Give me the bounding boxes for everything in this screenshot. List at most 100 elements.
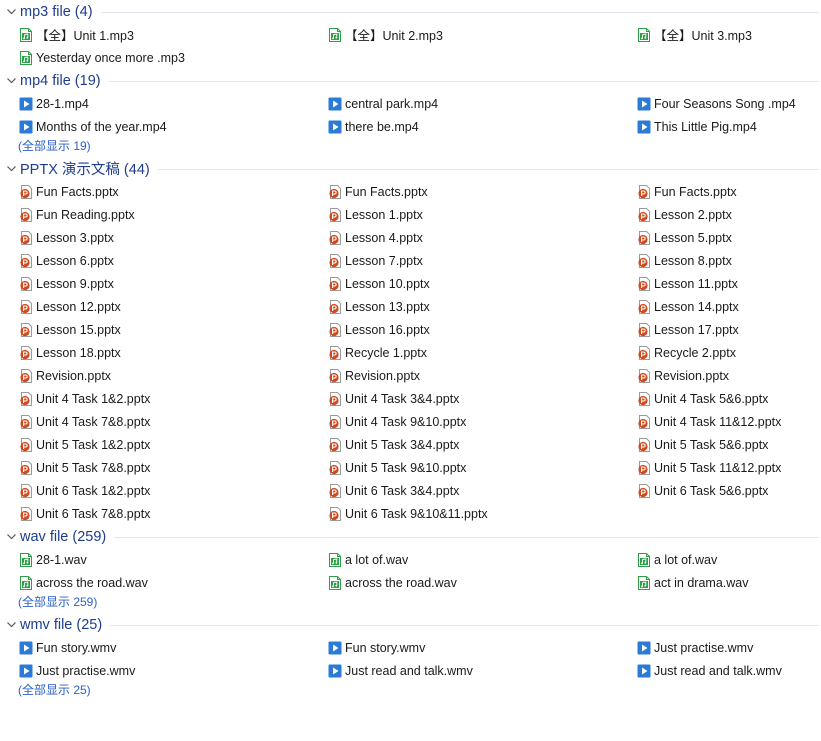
file-item[interactable]: Lesson 9.pptx: [18, 272, 327, 295]
file-item[interactable]: Unit 6 Task 5&6.pptx: [636, 479, 821, 502]
file-item[interactable]: Unit 5 Task 7&8.pptx: [18, 456, 327, 479]
video-file-icon: [327, 119, 343, 135]
file-item[interactable]: Lesson 11.pptx: [636, 272, 821, 295]
file-item[interactable]: Unit 5 Task 3&4.pptx: [327, 433, 636, 456]
file-item[interactable]: Lesson 1.pptx: [327, 203, 636, 226]
file-item[interactable]: Just practise.wmv: [636, 636, 821, 659]
show-all-link[interactable]: (全部显示 259): [0, 594, 821, 613]
file-item[interactable]: a lot of.wav: [636, 548, 821, 571]
file-item[interactable]: Unit 6 Task 1&2.pptx: [18, 479, 327, 502]
file-item[interactable]: 【全】Unit 1.mp3: [18, 23, 327, 46]
pptx-file-icon: [636, 299, 652, 315]
group-title: mp4 file (19): [20, 72, 101, 89]
pptx-file-icon: [636, 460, 652, 476]
video-file-icon: [636, 663, 652, 679]
chevron-down-icon[interactable]: [4, 162, 18, 176]
file-item[interactable]: Just practise.wmv: [18, 659, 327, 682]
file-item[interactable]: Unit 6 Task 7&8.pptx: [18, 502, 327, 525]
file-item[interactable]: Unit 4 Task 9&10.pptx: [327, 410, 636, 433]
file-item[interactable]: 28-1.mp4: [18, 92, 327, 115]
file-item[interactable]: Lesson 15.pptx: [18, 318, 327, 341]
file-name: Unit 5 Task 9&10.pptx: [345, 460, 467, 475]
chevron-down-icon[interactable]: [4, 5, 18, 19]
file-item[interactable]: 【全】Unit 3.mp3: [636, 23, 821, 46]
file-item[interactable]: Just read and talk.wmv: [636, 659, 821, 682]
file-item[interactable]: a lot of.wav: [327, 548, 636, 571]
pptx-file-icon: [18, 276, 34, 292]
file-item[interactable]: Lesson 4.pptx: [327, 226, 636, 249]
file-item[interactable]: Fun Facts.pptx: [18, 180, 327, 203]
group-divider: [100, 12, 819, 13]
file-item[interactable]: Unit 4 Task 7&8.pptx: [18, 410, 327, 433]
pptx-file-icon: [636, 391, 652, 407]
file-item[interactable]: Four Seasons Song .mp4: [636, 92, 821, 115]
file-name: Lesson 15.pptx: [36, 322, 121, 337]
pptx-file-icon: [636, 368, 652, 384]
file-item[interactable]: central park.mp4: [327, 92, 636, 115]
file-item[interactable]: This Little Pig.mp4: [636, 115, 821, 138]
group-header-mp3[interactable]: mp3 file (4): [0, 0, 821, 23]
chevron-down-icon[interactable]: [4, 530, 18, 544]
pptx-file-icon: [327, 276, 343, 292]
file-item[interactable]: Unit 5 Task 9&10.pptx: [327, 456, 636, 479]
file-item[interactable]: Fun story.wmv: [327, 636, 636, 659]
file-item[interactable]: 28-1.wav: [18, 548, 327, 571]
file-item[interactable]: Just read and talk.wmv: [327, 659, 636, 682]
file-item[interactable]: Months of the year.mp4: [18, 115, 327, 138]
file-item[interactable]: Unit 4 Task 11&12.pptx: [636, 410, 821, 433]
group-header-wav[interactable]: wav file (259): [0, 525, 821, 548]
file-item[interactable]: Lesson 10.pptx: [327, 272, 636, 295]
file-item[interactable]: Lesson 6.pptx: [18, 249, 327, 272]
file-item[interactable]: Recycle 2.pptx: [636, 341, 821, 364]
file-item[interactable]: Lesson 17.pptx: [636, 318, 821, 341]
group-header-mp4[interactable]: mp4 file (19): [0, 69, 821, 92]
file-item[interactable]: across the road.wav: [18, 571, 327, 594]
file-item[interactable]: Revision.pptx: [327, 364, 636, 387]
file-item[interactable]: Unit 4 Task 3&4.pptx: [327, 387, 636, 410]
show-all-link[interactable]: (全部显示 19): [0, 138, 821, 157]
group-mp3: mp3 file (4) 【全】Unit 1.mp3 【全】Unit 2.mp3 【…: [0, 0, 821, 69]
file-item[interactable]: Fun story.wmv: [18, 636, 327, 659]
file-item[interactable]: Fun Facts.pptx: [327, 180, 636, 203]
chevron-down-icon[interactable]: [4, 618, 18, 632]
file-item[interactable]: Revision.pptx: [18, 364, 327, 387]
file-item[interactable]: Fun Facts.pptx: [636, 180, 821, 203]
file-item[interactable]: Yesterday once more .mp3: [18, 46, 327, 69]
file-item[interactable]: Lesson 7.pptx: [327, 249, 636, 272]
file-item[interactable]: Revision.pptx: [636, 364, 821, 387]
file-item[interactable]: Unit 6 Task 3&4.pptx: [327, 479, 636, 502]
file-item[interactable]: Unit 5 Task 1&2.pptx: [18, 433, 327, 456]
file-item[interactable]: Unit 5 Task 11&12.pptx: [636, 456, 821, 479]
file-item[interactable]: Lesson 18.pptx: [18, 341, 327, 364]
file-name: Lesson 12.pptx: [36, 299, 121, 314]
file-item[interactable]: Unit 4 Task 5&6.pptx: [636, 387, 821, 410]
file-name: Four Seasons Song .mp4: [654, 96, 796, 111]
file-item[interactable]: there be.mp4: [327, 115, 636, 138]
file-item[interactable]: Lesson 12.pptx: [18, 295, 327, 318]
file-item[interactable]: Lesson 2.pptx: [636, 203, 821, 226]
file-item[interactable]: Unit 6 Task 9&10&11.pptx: [327, 502, 636, 525]
file-item[interactable]: Lesson 8.pptx: [636, 249, 821, 272]
file-item[interactable]: Lesson 13.pptx: [327, 295, 636, 318]
file-name: Lesson 18.pptx: [36, 345, 121, 360]
group-divider: [110, 625, 819, 626]
file-item[interactable]: Lesson 5.pptx: [636, 226, 821, 249]
file-item[interactable]: across the road.wav: [327, 571, 636, 594]
file-item[interactable]: Fun Reading.pptx: [18, 203, 327, 226]
file-item[interactable]: 【全】Unit 2.mp3: [327, 23, 636, 46]
group-header-pptx[interactable]: PPTX 演示文稿 (44): [0, 157, 821, 180]
file-name: Fun story.wmv: [345, 640, 426, 655]
file-item[interactable]: Recycle 1.pptx: [327, 341, 636, 364]
file-item[interactable]: Lesson 14.pptx: [636, 295, 821, 318]
file-item[interactable]: Unit 4 Task 1&2.pptx: [18, 387, 327, 410]
file-item[interactable]: Unit 5 Task 5&6.pptx: [636, 433, 821, 456]
file-list: 【全】Unit 1.mp3 【全】Unit 2.mp3 【全】Unit 3.mp3 Y…: [0, 23, 821, 69]
chevron-down-icon[interactable]: [4, 74, 18, 88]
file-item[interactable]: Lesson 3.pptx: [18, 226, 327, 249]
group-header-wmv[interactable]: wmv file (25): [0, 613, 821, 636]
file-item[interactable]: Lesson 16.pptx: [327, 318, 636, 341]
file-item[interactable]: act in drama.wav: [636, 571, 821, 594]
pptx-file-icon: [327, 299, 343, 315]
show-all-link[interactable]: (全部显示 25): [0, 682, 821, 701]
video-file-icon: [18, 640, 34, 656]
